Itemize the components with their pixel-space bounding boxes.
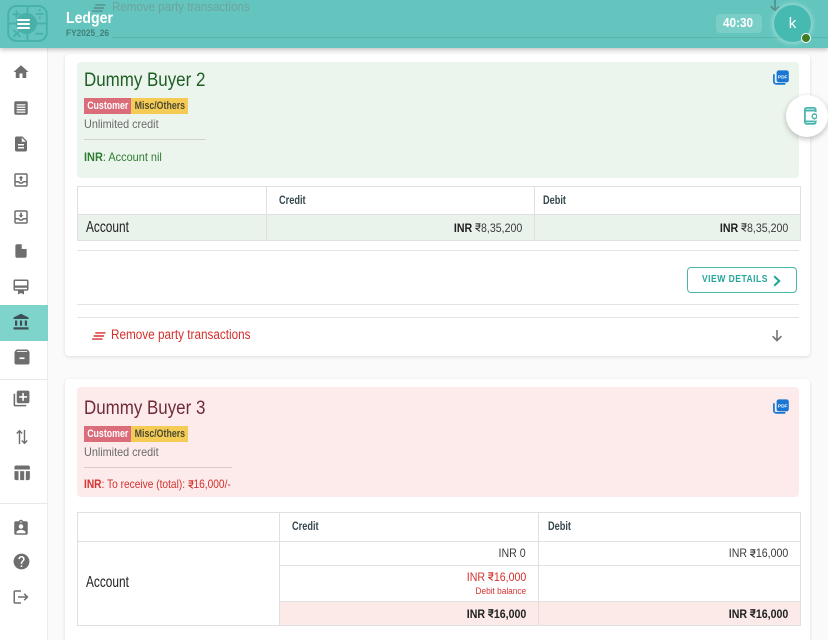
svg-text:PDF: PDF [778, 403, 788, 409]
svg-text:PDF: PDF [778, 74, 788, 80]
